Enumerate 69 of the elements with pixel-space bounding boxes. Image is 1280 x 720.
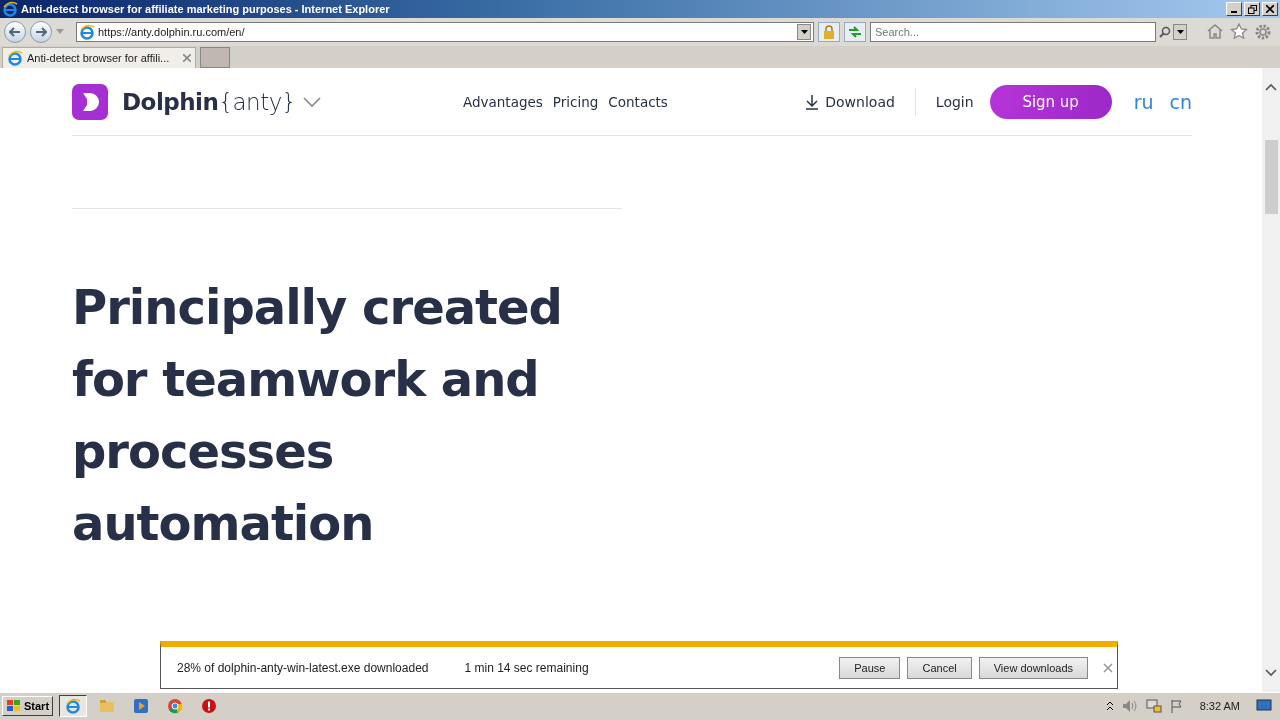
show-desktop-icon[interactable] xyxy=(1256,698,1272,713)
nav-link[interactable]: Advantages xyxy=(462,93,543,110)
start-button[interactable]: Start xyxy=(2,695,54,716)
language-link[interactable]: cn xyxy=(1169,90,1192,113)
browser-icon xyxy=(65,697,82,714)
chevron-down-icon[interactable] xyxy=(301,95,322,108)
forward-button[interactable] xyxy=(30,21,52,43)
new-tab-button[interactable] xyxy=(200,47,230,68)
clock[interactable]: 8:32 AM xyxy=(1199,699,1240,712)
dolphin-logo-icon[interactable] xyxy=(72,83,108,120)
browser-tab[interactable]: Anti-detect browser for affili... xyxy=(2,47,196,68)
download-action-button[interactable]: Cancel xyxy=(907,656,972,679)
address-dropdown-button[interactable] xyxy=(797,24,811,40)
scroll-up-icon[interactable] xyxy=(1265,82,1277,92)
download-action-button[interactable]: View downloads xyxy=(978,656,1088,679)
window-title: Anti-detect browser for affiliate marketing purposes - Internet Explorer xyxy=(21,3,390,15)
download-action-button[interactable]: Pause xyxy=(839,656,901,679)
security-button[interactable] xyxy=(818,22,840,42)
close-icon xyxy=(1103,662,1113,673)
search-dropdown-button[interactable] xyxy=(1173,24,1187,40)
folder-icon xyxy=(99,698,116,713)
download-status: 28% of dolphin-anty-win-latest.exe downloaded xyxy=(177,660,429,675)
time-remaining: 1 min 14 sec remaining xyxy=(464,660,589,675)
back-button[interactable] xyxy=(4,21,26,43)
nav-link[interactable]: Contacts xyxy=(608,93,668,110)
chrome-icon xyxy=(167,697,184,714)
taskbar-browser-button[interactable] xyxy=(59,694,88,717)
network-icon[interactable] xyxy=(1145,698,1162,713)
minimize-button[interactable] xyxy=(1226,2,1242,16)
signup-button[interactable]: Sign up xyxy=(989,84,1112,119)
flag-icon[interactable] xyxy=(1169,698,1184,713)
history-dropdown-icon[interactable] xyxy=(56,29,64,35)
scrollbar[interactable] xyxy=(1262,68,1280,692)
login-link[interactable]: Login xyxy=(935,93,974,110)
forward-arrow-icon xyxy=(35,27,47,37)
restore-icon xyxy=(1247,4,1257,14)
scrollbar-thumb[interactable] xyxy=(1264,140,1278,214)
settings-icon[interactable] xyxy=(1254,23,1272,41)
search-icon[interactable] xyxy=(1159,26,1171,38)
close-bar-button[interactable] xyxy=(1103,662,1113,673)
address-field[interactable]: https://anty.dolphin.ru.com/en/ xyxy=(76,22,814,42)
show-hidden-icons[interactable] xyxy=(1105,700,1114,711)
caret-icon xyxy=(1176,30,1184,34)
windows-logo-icon xyxy=(6,698,22,713)
download-link[interactable]: Download xyxy=(805,87,916,116)
speaker-icon[interactable] xyxy=(1121,698,1138,713)
close-tab-icon[interactable] xyxy=(183,54,191,62)
brand-logo-text[interactable]: Dolphin{anty} xyxy=(122,88,296,115)
home-icon[interactable] xyxy=(1206,23,1224,39)
padlock-icon xyxy=(823,25,835,39)
search-field[interactable]: Search... xyxy=(870,22,1156,42)
nav-link[interactable]: Pricing xyxy=(552,93,599,110)
refresh-button[interactable] xyxy=(844,22,866,42)
site-icon xyxy=(79,24,95,40)
close-button[interactable] xyxy=(1262,2,1278,16)
caret-icon xyxy=(800,30,808,34)
refresh-icon xyxy=(848,26,862,38)
star-icon[interactable] xyxy=(1230,23,1248,39)
hero-heading: Principally created for teamwork and processes automation xyxy=(72,278,563,553)
back-arrow-icon xyxy=(9,27,21,37)
opera-icon xyxy=(201,697,218,714)
media-player-icon xyxy=(133,697,150,714)
scroll-down-icon[interactable] xyxy=(1265,668,1277,678)
tab-page-icon xyxy=(7,50,23,66)
language-link[interactable]: ru xyxy=(1133,90,1154,113)
close-icon xyxy=(1266,5,1274,13)
restore-button[interactable] xyxy=(1244,2,1260,16)
browser-logo-icon xyxy=(2,1,18,17)
download-icon xyxy=(805,93,820,110)
